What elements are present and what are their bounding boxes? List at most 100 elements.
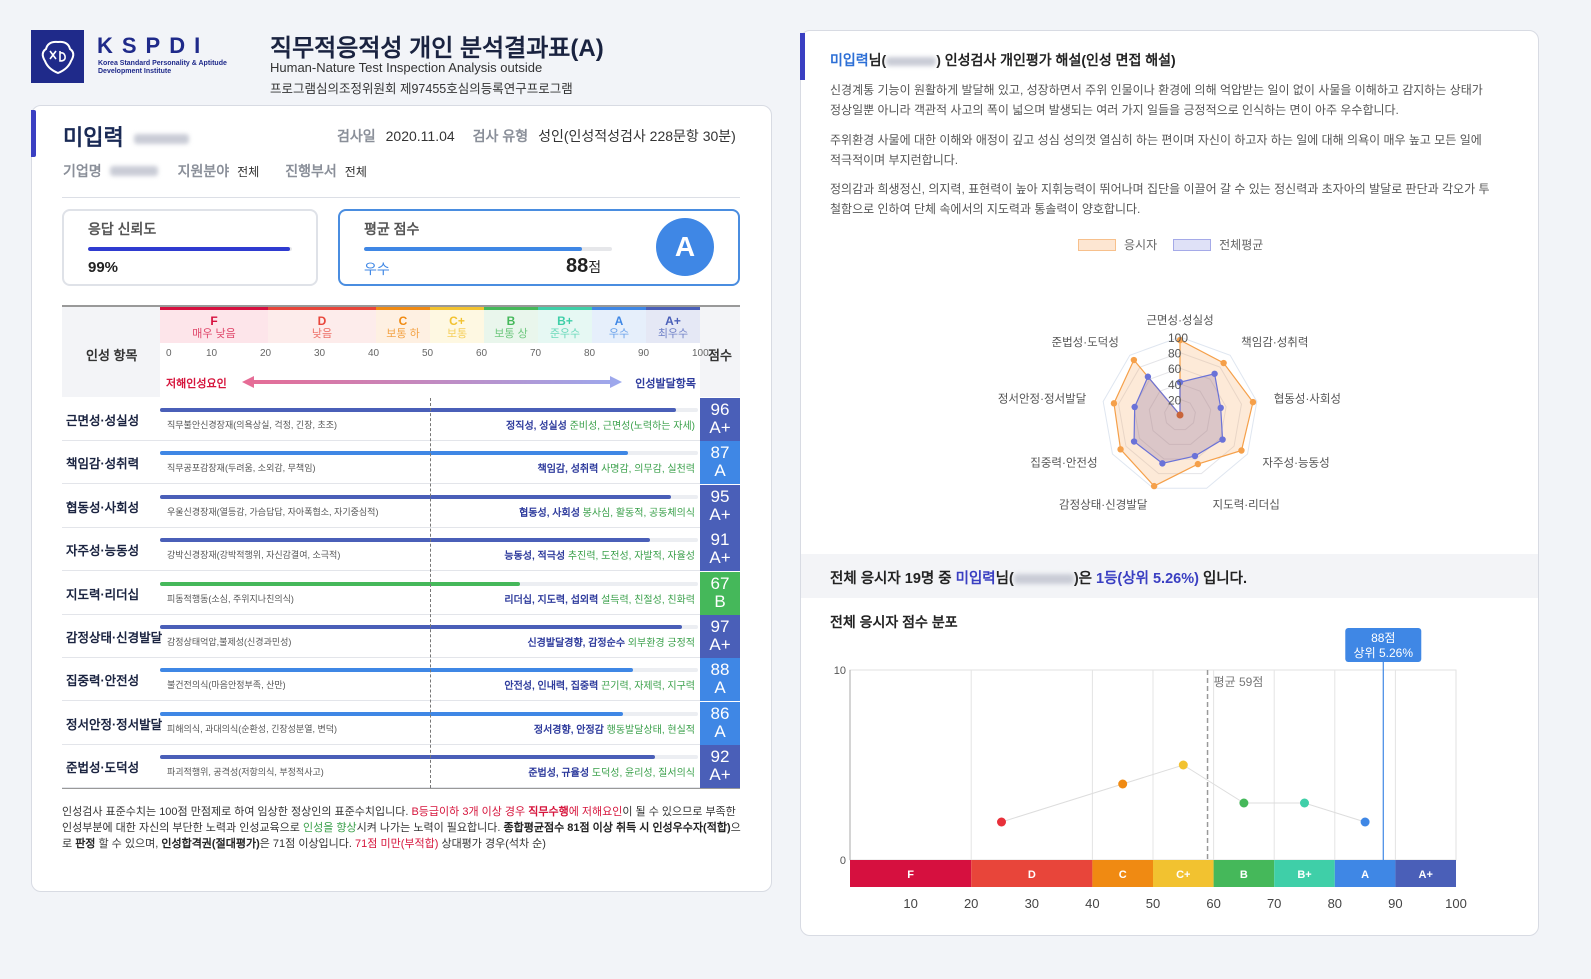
grade-band-f: F 매우 낮음 bbox=[160, 307, 268, 343]
x-tick: 60 bbox=[1206, 896, 1220, 911]
note-text: 시켜 나가는 노력이 필요합니다. bbox=[356, 822, 504, 834]
trait-score: 87 bbox=[710, 443, 730, 463]
rank-name: 미입력 bbox=[955, 571, 996, 587]
trait-score-cell: 87 A bbox=[700, 441, 740, 485]
trait-grade: A+ bbox=[709, 418, 731, 437]
trait-score-cell: 88 A bbox=[700, 658, 740, 702]
trait-score-bar bbox=[160, 408, 698, 412]
item-header: 인성 항목 bbox=[86, 348, 138, 363]
trait-score-bar bbox=[160, 494, 698, 499]
interpretation-name: 미입력 bbox=[830, 52, 869, 68]
note-text: 할 수 있으며, bbox=[95, 838, 162, 850]
note-bold: 인성합격권(절대평가) bbox=[161, 838, 260, 850]
grade-band-label: C bbox=[1119, 869, 1127, 881]
grade-letter: A+ bbox=[665, 314, 681, 328]
positive-factor-key: 준법성, 규율성 bbox=[528, 768, 590, 780]
trait-score: 95 bbox=[710, 486, 730, 506]
trait-score-cell: 86 A bbox=[700, 701, 740, 745]
negative-factor: 피동적행동(소심, 주위지나친의식) bbox=[167, 593, 294, 604]
radar-axis-label: 협동성·사회성 bbox=[1274, 392, 1341, 405]
trait-grade: A+ bbox=[709, 504, 731, 524]
trait-score-bar-fill bbox=[160, 408, 677, 412]
logo-subtitle: Korea Standard Personality & Aptitude De… bbox=[98, 60, 227, 75]
radar-point bbox=[1217, 404, 1224, 412]
distribution-point bbox=[997, 817, 1006, 827]
grade-band-label: A bbox=[1361, 869, 1369, 881]
bidirectional-arrow-icon bbox=[242, 376, 622, 388]
dept-label: 진행부서 bbox=[285, 163, 337, 179]
positive-factor-rest: 외부환경 긍정적 bbox=[625, 638, 695, 649]
radar-tick: 40 bbox=[1168, 378, 1182, 392]
trait-label: 협동성·사회성 bbox=[66, 500, 140, 515]
grade-band-label: B+ bbox=[1297, 869, 1311, 881]
positive-factor-key: 능동성, 적극성 bbox=[504, 551, 566, 563]
company-label: 기업명 bbox=[63, 163, 102, 179]
trait-score-cell: 92 A+ bbox=[700, 745, 740, 789]
table-header-item: 인성 항목 bbox=[62, 307, 160, 397]
grade-band-a-plus: A+ 최우수 bbox=[646, 307, 700, 343]
interpretation-title-text: 님( bbox=[868, 52, 887, 68]
radar-axis-label: 자주성·능동성 bbox=[1262, 457, 1329, 470]
negative-factor: 감정상태억압,불제성(신경과민성) bbox=[167, 637, 292, 647]
radar-axis-label: 감정상태·신경발달 bbox=[1059, 497, 1148, 511]
page-subtitle: Human-Nature Test Inspection Analysis ou… bbox=[270, 60, 543, 75]
positive-factor: 리더십, 지도력, 섭외력 설득력, 친절성, 친화력 bbox=[504, 591, 695, 606]
trait-score: 92 bbox=[710, 747, 730, 767]
grade-desc: 보통 상 bbox=[494, 328, 528, 340]
grade-band-label: F bbox=[907, 869, 914, 881]
test-type-label: 검사 유형 bbox=[472, 128, 529, 144]
grade-band-label: B bbox=[1240, 869, 1248, 881]
trait-row: 감정상태·신경발달 감정상태억압,불제성(신경과민성) 신경발달경향, 감정순수 외… bbox=[62, 615, 740, 658]
scale-tick: 0 bbox=[166, 348, 172, 359]
registration-text: 프로그램심의조정위원회 제97455호심의등록연구프로그램 bbox=[270, 82, 573, 96]
average-score-unit: 점 bbox=[588, 259, 602, 275]
average-score-bar-fill bbox=[364, 247, 583, 251]
x-tick: 10 bbox=[903, 896, 917, 911]
dept-value: 전체 bbox=[344, 164, 367, 179]
note-warning-bold: 직무수행 bbox=[528, 806, 569, 818]
x-tick: 30 bbox=[1025, 896, 1039, 911]
trait-label: 준법성·도덕성 bbox=[66, 761, 140, 776]
field-label: 지원분야 bbox=[177, 163, 230, 179]
trait-label: 근면성·성실성 bbox=[66, 414, 140, 428]
blurred-id bbox=[886, 56, 937, 66]
note-text: 상대평가 경우(석차 순) bbox=[438, 838, 546, 850]
accent-bar bbox=[31, 110, 36, 157]
average-label: 평균 59점 bbox=[1214, 675, 1264, 689]
direction-arrow: 저해인성요인 인성발달항목 bbox=[160, 370, 700, 396]
radar-tick: 60 bbox=[1168, 362, 1182, 376]
test-date: 2020.11.04 bbox=[385, 128, 455, 144]
trait-score-cell: 67 B bbox=[700, 571, 740, 615]
trait-score-bar bbox=[160, 538, 698, 543]
reliability-bar bbox=[88, 247, 292, 251]
trait-row: 책임감·성취력 직무공포감장재(두려움, 소외감, 무책임) 책임감, 성취력 사명… bbox=[62, 441, 740, 485]
radar-tick: 20 bbox=[1168, 393, 1182, 407]
grade-band-label: D bbox=[1028, 869, 1036, 881]
trait-row: 준법성·도덕성 파괴적행위, 공격성(저항의식, 부정적사고) 준법성, 규율성 도… bbox=[62, 745, 740, 789]
trait-label: 자주성·능동성 bbox=[66, 544, 140, 559]
distribution-point bbox=[1300, 798, 1309, 808]
field-value: 전체 bbox=[237, 164, 260, 179]
grade-band-d: D 낮음 bbox=[268, 307, 376, 343]
radar-point bbox=[1117, 446, 1124, 453]
x-tick: 50 bbox=[1146, 896, 1160, 911]
radar-point bbox=[1238, 447, 1245, 454]
interpretation-paragraph: 신경계통 기능이 원활하게 발달해 있고, 성장하면서 주위 인물이나 환경에 … bbox=[830, 83, 1483, 117]
grade-letter: A bbox=[614, 314, 624, 328]
legend-swatch-average bbox=[1173, 238, 1212, 251]
positive-factor-rest: 끈기력, 자제력, 지구력 bbox=[598, 681, 695, 693]
note-text: 은 71점 이상입니다. bbox=[259, 838, 356, 850]
x-tick: 40 bbox=[1085, 896, 1099, 911]
trait-score-cell: 91 A+ bbox=[700, 528, 740, 572]
grade-letter: F bbox=[210, 314, 218, 328]
applicant-meta: 기업명 지원분야 전체 진행부서 전체 bbox=[63, 161, 367, 181]
scale-tick: 40 bbox=[368, 348, 380, 359]
positive-factor: 책임감, 성취력 사명감, 의무감, 실천력 bbox=[538, 460, 695, 475]
interpretation-title: 미입력님() 인성검사 개인평가 해설(인성 면접 해설) bbox=[830, 50, 1176, 70]
positive-factor: 협동성, 사회성 봉사심, 활동적, 공동체의식 bbox=[519, 504, 695, 519]
score-header: 점수 bbox=[708, 348, 732, 363]
trait-score: 88 bbox=[710, 660, 730, 680]
distribution-point bbox=[1118, 779, 1128, 789]
rank-value: 1등(상위 5.26%) bbox=[1096, 571, 1199, 587]
note-warning: 에 저해요인 bbox=[568, 806, 623, 818]
